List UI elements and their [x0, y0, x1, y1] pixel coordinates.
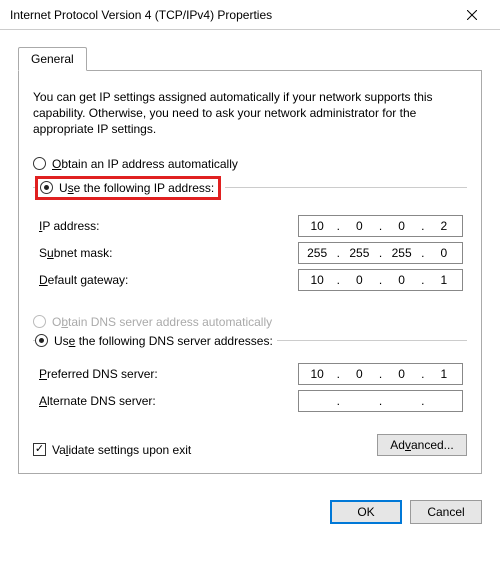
octet: 0 — [341, 270, 377, 290]
checkbox-validate[interactable]: ✓ Validate settings upon exit — [33, 443, 191, 457]
radio-label: Obtain DNS server address automatically — [52, 315, 272, 329]
dialog-content: General You can get IP settings assigned… — [0, 30, 500, 488]
octet: 1 — [426, 364, 462, 384]
dns-group: Obtain DNS server address automatically … — [33, 312, 467, 419]
label-ip-address: IP address: — [39, 219, 290, 233]
radio-dns-manual[interactable]: Use the following DNS server addresses: — [35, 334, 273, 348]
radio-icon — [35, 334, 48, 347]
octet: 0 — [384, 216, 420, 236]
row-default-gateway: Default gateway: 10. 0. 0. 1 — [39, 269, 463, 291]
tab-bar: General — [18, 47, 482, 71]
radio-icon — [33, 157, 46, 170]
octet: 2 — [426, 216, 462, 236]
radio-label: Obtain an IP address automatically — [52, 157, 238, 171]
radio-ip-auto[interactable]: Obtain an IP address automatically — [33, 154, 467, 174]
input-subnet-mask[interactable]: 255. 255. 255. 0 — [298, 242, 463, 264]
radio-dns-auto: Obtain DNS server address automatically — [33, 312, 467, 332]
label-default-gateway: Default gateway: — [39, 273, 290, 287]
octet: 0 — [384, 364, 420, 384]
input-default-gateway[interactable]: 10. 0. 0. 1 — [298, 269, 463, 291]
row-subnet-mask: Subnet mask: 255. 255. 255. 0 — [39, 242, 463, 264]
panel-bottom-row: ✓ Validate settings upon exit Advanced..… — [33, 433, 467, 457]
label-subnet-mask: Subnet mask: — [39, 246, 290, 260]
row-alternate-dns: Alternate DNS server: . . . — [39, 390, 463, 412]
input-alternate-dns[interactable]: . . . — [298, 390, 463, 412]
octet: 10 — [299, 270, 335, 290]
tab-general[interactable]: General — [18, 47, 87, 71]
tab-panel: You can get IP settings assigned automat… — [18, 70, 482, 474]
row-preferred-dns: Preferred DNS server: 10. 0. 0. 1 — [39, 363, 463, 385]
radio-label: Use the following DNS server addresses: — [54, 334, 273, 348]
radio-label: Use the following IP address: — [59, 181, 214, 195]
ip-manual-fieldset: Use the following IP address: IP address… — [33, 176, 467, 298]
input-ip-address[interactable]: 10. 0. 0. 2 — [298, 215, 463, 237]
octet: 0 — [426, 243, 462, 263]
label-preferred-dns: Preferred DNS server: — [39, 367, 290, 381]
label-alternate-dns: Alternate DNS server: — [39, 394, 290, 408]
ok-button[interactable]: OK — [330, 500, 402, 524]
close-button[interactable] — [452, 1, 492, 29]
ip-group: Obtain an IP address automatically Use t… — [33, 154, 467, 298]
octet: 255 — [299, 243, 335, 263]
octet: 255 — [341, 243, 377, 263]
dns-manual-fieldset: Use the following DNS server addresses: … — [33, 334, 467, 419]
close-icon — [467, 10, 477, 20]
cancel-button[interactable]: Cancel — [410, 500, 482, 524]
row-ip-address: IP address: 10. 0. 0. 2 — [39, 215, 463, 237]
octet: 0 — [341, 364, 377, 384]
window-title: Internet Protocol Version 4 (TCP/IPv4) P… — [10, 8, 272, 22]
octet: 0 — [341, 216, 377, 236]
octet: 1 — [426, 270, 462, 290]
radio-icon — [40, 181, 53, 194]
octet: 10 — [299, 216, 335, 236]
titlebar: Internet Protocol Version 4 (TCP/IPv4) P… — [0, 0, 500, 30]
checkbox-label: Validate settings upon exit — [52, 443, 191, 457]
radio-icon — [33, 315, 46, 328]
radio-ip-manual[interactable]: Use the following IP address: — [35, 176, 221, 200]
octet: 10 — [299, 364, 335, 384]
octet: 255 — [384, 243, 420, 263]
checkbox-icon: ✓ — [33, 443, 46, 456]
advanced-button[interactable]: Advanced... — [377, 434, 467, 456]
intro-text: You can get IP settings assigned automat… — [33, 89, 467, 138]
dialog-buttons: OK Cancel — [0, 488, 500, 524]
octet: 0 — [384, 270, 420, 290]
input-preferred-dns[interactable]: 10. 0. 0. 1 — [298, 363, 463, 385]
